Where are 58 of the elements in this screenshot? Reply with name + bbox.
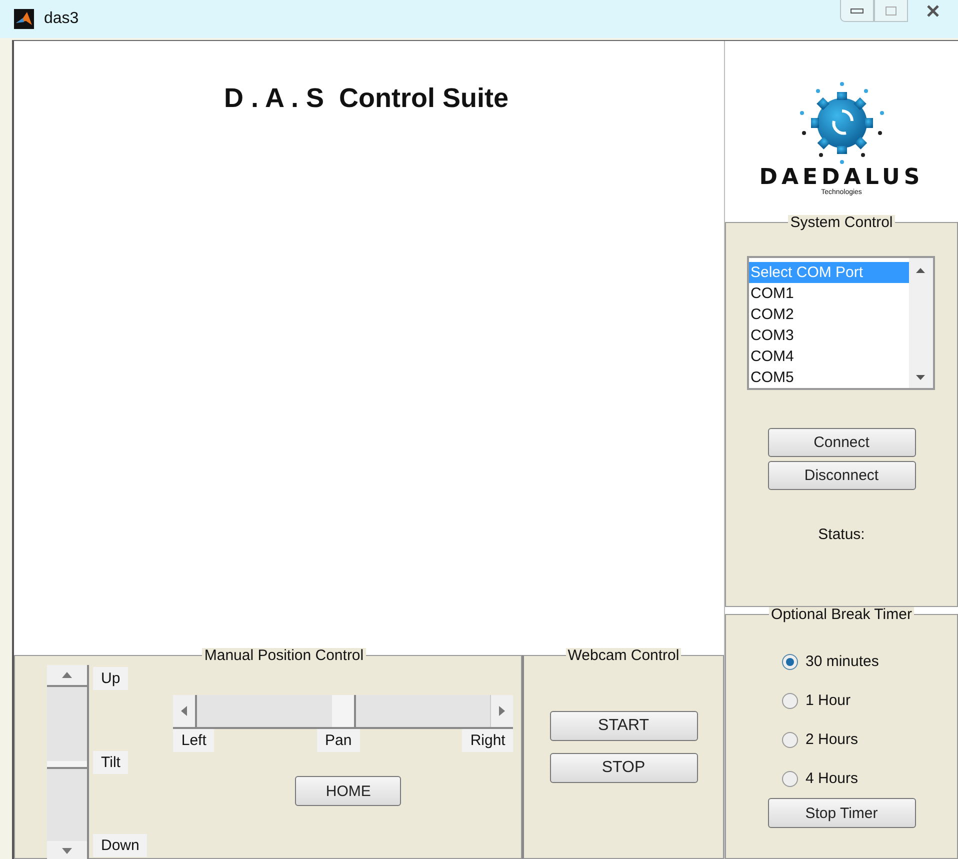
scroll-right-button[interactable] bbox=[490, 695, 514, 727]
status-label: Status: bbox=[818, 526, 865, 543]
minimize-icon bbox=[850, 8, 864, 14]
webcam-button[interactable]: START bbox=[550, 711, 698, 741]
radio-option[interactable]: 30 minutes bbox=[782, 642, 902, 681]
connection-button[interactable]: Disconnect bbox=[768, 461, 916, 490]
close-icon bbox=[926, 5, 940, 17]
logo-name: DAEDALUS bbox=[759, 167, 924, 189]
slider-label: Left bbox=[173, 729, 214, 752]
radio-button[interactable] bbox=[782, 732, 798, 748]
panel-title: Optional Break Timer bbox=[769, 607, 914, 622]
up-arrow-icon bbox=[916, 268, 925, 273]
left-arrow-icon bbox=[181, 706, 188, 716]
radio-option[interactable]: 1 Hour bbox=[782, 681, 902, 720]
home-button[interactable]: HOME bbox=[295, 776, 402, 806]
com-port-list[interactable]: Select COM Port COM1 COM2 COM3 COM4 COM5 bbox=[746, 256, 934, 390]
radio-label: 30 minutes bbox=[806, 653, 879, 670]
window-title: das3 bbox=[44, 10, 79, 28]
radio-button[interactable] bbox=[782, 692, 798, 708]
webcam-button[interactable]: STOP bbox=[550, 753, 698, 783]
radio-option[interactable]: 2 Hours bbox=[782, 720, 902, 759]
slider-label: Pan bbox=[317, 729, 360, 752]
list-item[interactable]: COM3 bbox=[748, 325, 908, 346]
list-item[interactable]: COM5 bbox=[748, 367, 908, 388]
down-arrow-icon bbox=[916, 375, 925, 380]
radio-label: 2 Hours bbox=[806, 731, 858, 748]
slider-label: Up bbox=[93, 667, 128, 690]
radio-label: 1 Hour bbox=[806, 692, 851, 709]
slider-label: Tilt bbox=[93, 750, 128, 774]
radio-option[interactable]: 4 Hours bbox=[782, 759, 902, 798]
tilt-slider[interactable] bbox=[47, 665, 89, 859]
app-heading: D . A . S Control Suite bbox=[224, 83, 510, 114]
app-icon bbox=[14, 9, 34, 29]
scrollbar[interactable] bbox=[908, 258, 932, 388]
up-arrow-icon bbox=[62, 672, 72, 678]
list-item[interactable]: COM1 bbox=[748, 283, 908, 304]
scroll-left-button[interactable] bbox=[173, 695, 198, 727]
slider-thumb[interactable] bbox=[332, 695, 356, 727]
radio-label: 4 Hours bbox=[806, 770, 858, 787]
list-item[interactable]: COM2 bbox=[748, 304, 908, 325]
radio-button[interactable] bbox=[782, 654, 798, 670]
panel-title: Manual Position Control bbox=[202, 648, 366, 663]
minimize-button[interactable] bbox=[840, 0, 874, 22]
radio-button[interactable] bbox=[782, 770, 798, 786]
slider-thumb[interactable] bbox=[47, 761, 87, 769]
slider-label: Right bbox=[462, 729, 514, 752]
connection-button[interactable]: Connect bbox=[768, 428, 916, 457]
scroll-down-button[interactable] bbox=[47, 841, 87, 859]
pan-slider[interactable] bbox=[173, 695, 514, 729]
stop-timer-button[interactable]: Stop Timer bbox=[768, 798, 916, 828]
panel-title: System Control bbox=[788, 215, 895, 230]
down-arrow-icon bbox=[62, 848, 72, 854]
slider-label: Down bbox=[93, 834, 148, 857]
panel-title: Webcam Control bbox=[566, 648, 682, 663]
maximize-icon bbox=[885, 6, 897, 16]
list-item[interactable]: COM4 bbox=[748, 346, 908, 367]
scroll-up-button[interactable] bbox=[47, 665, 87, 685]
right-arrow-icon bbox=[499, 706, 506, 716]
